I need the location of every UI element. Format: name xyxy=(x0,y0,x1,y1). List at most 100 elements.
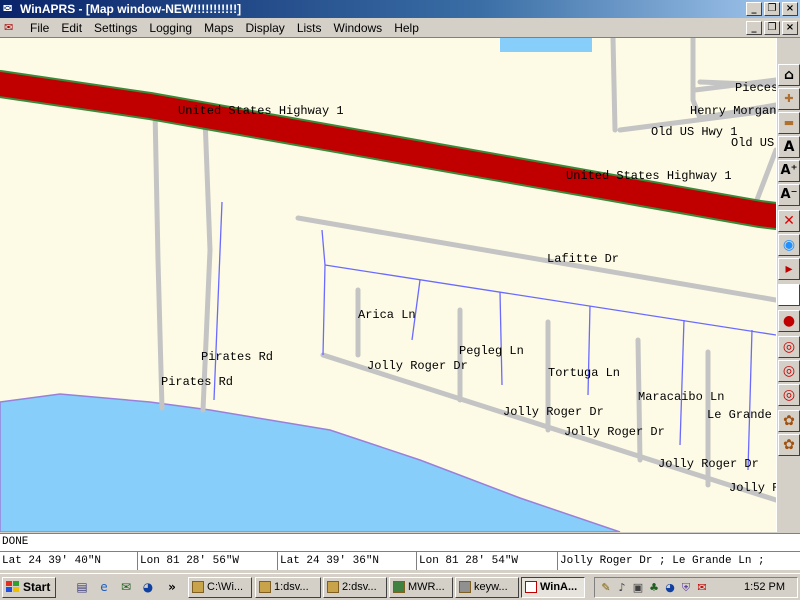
restore-button[interactable]: ❐ xyxy=(764,2,780,16)
shield-icon[interactable]: ⛨ xyxy=(679,581,693,595)
zoom-in-duck-icon[interactable]: ✚ xyxy=(778,88,800,110)
blank-square-icon[interactable] xyxy=(778,284,800,306)
globe-icon[interactable]: ◉ xyxy=(778,234,800,256)
mdi-restore-button[interactable]: ❐ xyxy=(764,21,780,35)
label-lafitte: Lafitte Dr xyxy=(547,252,619,266)
play-icon[interactable]: ▸ xyxy=(778,258,800,280)
mdi-minimize-button[interactable]: _ xyxy=(746,21,762,35)
label-jolly-roger-5: Jolly R xyxy=(729,481,776,495)
blue-line-4 xyxy=(679,319,685,446)
windows-flag-icon xyxy=(6,581,19,592)
zoom-out-duck-icon[interactable]: ▬ xyxy=(778,112,800,134)
road-readout: Jolly Roger Dr ; Le Grande Ln ; xyxy=(560,555,765,567)
menu-logging[interactable]: Logging xyxy=(143,19,198,37)
font-a-minus-icon[interactable]: A⁻ xyxy=(778,184,800,206)
font-a-icon[interactable]: A xyxy=(778,136,800,158)
mdi-close-button[interactable]: × xyxy=(782,21,798,35)
map-canvas[interactable]: United States Highway 1 United States Hi… xyxy=(0,38,776,532)
road-pirates-east xyxy=(200,115,213,413)
taskbar-task[interactable]: MWR... xyxy=(389,577,453,598)
messenger-tray-icon[interactable]: ◕ xyxy=(663,581,677,595)
menu-settings[interactable]: Settings xyxy=(88,19,143,37)
water-patch xyxy=(500,38,592,52)
network-icon[interactable]: ▣ xyxy=(631,581,645,595)
task-label: MWR... xyxy=(408,581,445,593)
mdi-window-icon[interactable]: ✉ xyxy=(4,21,13,34)
system-tray: ✎ ♪ ▣ ♣ ◕ ⛨ ✉ 1:52 PM xyxy=(594,577,798,598)
road-pirates-west xyxy=(152,107,165,411)
flower-icon[interactable]: ✿ xyxy=(778,434,800,456)
label-us1-west: United States Highway 1 xyxy=(178,104,344,118)
quicklaunch-overflow-icon[interactable]: » xyxy=(164,579,180,595)
minimize-button[interactable]: _ xyxy=(746,2,762,16)
label-le-grande: Le Grande xyxy=(707,408,772,422)
task-label: keyw... xyxy=(474,581,508,593)
road-lafitte xyxy=(295,215,776,303)
messenger-icon[interactable]: ◕ xyxy=(140,579,156,595)
tray-tree-icon[interactable]: ♣ xyxy=(647,581,661,595)
label-old-us: Old US xyxy=(731,136,774,150)
highway-us1-fill xyxy=(0,72,776,228)
taskbar: Start ▤ e ✉ ◕ » C:\Wi... 1:dsv... 2:dsv.… xyxy=(0,573,800,600)
app-icon xyxy=(393,581,405,593)
taskbar-task-active[interactable]: WinA... xyxy=(521,577,585,598)
target-icon[interactable]: ◎ xyxy=(778,336,800,358)
winaprs-app-icon[interactable]: ✉ xyxy=(3,2,17,16)
blue-line-2 xyxy=(499,291,503,386)
document-icon xyxy=(259,581,271,593)
window-title: WinAPRS - [Map window-NEW!!!!!!!!!!!] xyxy=(20,2,242,16)
target-icon[interactable]: ◎ xyxy=(778,384,800,406)
clock[interactable]: 1:52 PM xyxy=(744,578,785,597)
label-pieces: Pieces xyxy=(735,81,776,95)
coordinate-bar: Lat 24 39' 40"N Lon 81 28' 56"W Lat 24 3… xyxy=(0,551,800,570)
blue-line-pirates xyxy=(213,201,223,401)
close-red-x-icon[interactable]: ✕ xyxy=(778,210,800,232)
label-jolly-roger-3: Jolly Roger Dr xyxy=(564,425,665,439)
winaprs-tray-icon[interactable]: ✉ xyxy=(695,581,709,595)
menu-help[interactable]: Help xyxy=(388,19,425,37)
target-icon[interactable]: ◎ xyxy=(778,360,800,382)
tray-pencil-icon[interactable]: ✎ xyxy=(599,581,613,595)
label-jolly-roger-1: Jolly Roger Dr xyxy=(367,359,468,373)
taskbar-task[interactable]: keyw... xyxy=(455,577,519,598)
lon-readout-2: Lon 81 28' 54"W xyxy=(417,552,558,570)
document-icon xyxy=(327,581,339,593)
label-henry-morgan: Henry Morgan xyxy=(690,104,776,118)
title-bar: ✉ WinAPRS - [Map window-NEW!!!!!!!!!!!] … xyxy=(0,0,800,18)
label-jolly-roger-4: Jolly Roger Dr xyxy=(658,457,759,471)
road-east-diag xyxy=(752,147,776,208)
flower-icon[interactable]: ✿ xyxy=(778,410,800,432)
winaprs-icon xyxy=(525,581,537,593)
folder-icon xyxy=(192,581,204,593)
task-label: 2:dsv... xyxy=(342,581,377,593)
close-button[interactable]: × xyxy=(782,2,798,16)
taskbar-task[interactable]: 1:dsv... xyxy=(255,577,321,598)
taskbar-task[interactable]: C:\Wi... xyxy=(188,577,252,598)
task-label: WinA... xyxy=(540,581,578,593)
app-icon xyxy=(459,581,471,593)
pin-icon[interactable]: ● xyxy=(778,310,800,332)
label-old-us-hwy-1: Old US Hwy 1 xyxy=(651,125,737,139)
home-icon[interactable]: ⌂ xyxy=(778,64,800,86)
internet-explorer-icon[interactable]: e xyxy=(96,579,112,595)
font-a-plus-icon[interactable]: A⁺ xyxy=(778,160,800,182)
show-desktop-icon[interactable]: ▤ xyxy=(74,579,90,595)
menu-lists[interactable]: Lists xyxy=(291,19,328,37)
blue-line-5 xyxy=(747,329,753,471)
lat-readout-2: Lat 24 39' 36"N xyxy=(278,552,417,570)
menu-edit[interactable]: Edit xyxy=(55,19,88,37)
label-jolly-roger-2: Jolly Roger Dr xyxy=(503,405,604,419)
taskbar-task[interactable]: 2:dsv... xyxy=(323,577,387,598)
label-tortuga: Tortuga Ln xyxy=(548,366,620,380)
menu-file[interactable]: File xyxy=(24,19,55,37)
task-label: C:\Wi... xyxy=(207,581,244,593)
outlook-icon[interactable]: ✉ xyxy=(118,579,134,595)
menu-maps[interactable]: Maps xyxy=(198,19,239,37)
label-us1-east: United States Highway 1 xyxy=(566,169,732,183)
volume-icon[interactable]: ♪ xyxy=(615,581,629,595)
start-button[interactable]: Start xyxy=(2,577,56,598)
menu-display[interactable]: Display xyxy=(239,19,290,37)
lat-readout-1: Lat 24 39' 40"N xyxy=(0,552,138,570)
menu-windows[interactable]: Windows xyxy=(328,19,389,37)
road-north-1 xyxy=(610,38,618,133)
